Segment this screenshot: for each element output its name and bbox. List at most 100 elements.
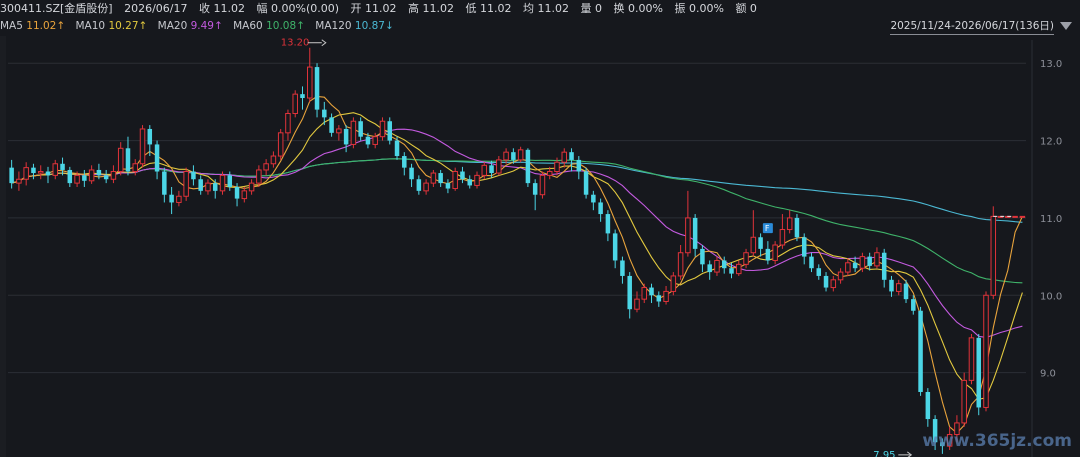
candle-body <box>532 183 538 195</box>
candle-body <box>110 171 117 180</box>
candle-body <box>677 252 684 277</box>
candle-body <box>612 233 618 261</box>
max-price-label: 13.20 <box>281 38 310 49</box>
candle-body <box>968 337 975 381</box>
candle-body <box>96 169 102 176</box>
candle-body <box>620 260 625 276</box>
candle-body <box>786 217 793 231</box>
candle-body <box>147 128 153 145</box>
candle-body <box>961 379 967 424</box>
candle-body <box>409 167 414 180</box>
candle-body <box>779 229 786 246</box>
candle-body <box>772 244 778 261</box>
min-price-label: 7.95 <box>873 450 895 457</box>
candle-body <box>132 163 139 173</box>
candle-body <box>758 237 763 249</box>
candle-body <box>256 169 262 184</box>
candle-body <box>343 128 349 145</box>
candle-body <box>554 161 560 173</box>
candle-body <box>990 215 997 296</box>
candle-body <box>379 120 386 138</box>
candle-body <box>139 128 146 165</box>
candle-body <box>649 287 654 296</box>
candle-body <box>350 120 357 145</box>
candle-body <box>750 236 757 254</box>
candle-body <box>714 259 720 273</box>
candle-body <box>169 194 174 203</box>
candle-body <box>248 182 255 192</box>
candle-body <box>394 140 400 157</box>
candle-body <box>641 287 648 300</box>
candle-body <box>452 171 458 190</box>
candle-body <box>874 252 880 267</box>
candle-body <box>561 151 568 163</box>
candle-body <box>525 149 531 184</box>
candle-body <box>365 136 371 145</box>
y-tick-label: 9.0 <box>1040 369 1056 380</box>
f-marker-label: F <box>765 224 770 233</box>
candle-body <box>670 275 677 292</box>
candle-body <box>794 217 800 238</box>
candle-body <box>700 248 705 265</box>
candle-body <box>823 275 829 288</box>
candle-body <box>881 252 887 280</box>
candle-body <box>605 214 611 234</box>
candle-body <box>277 132 284 157</box>
candle-body <box>852 262 858 269</box>
candle-body <box>198 179 203 191</box>
candle-body <box>103 175 109 180</box>
candle-body <box>569 152 574 160</box>
candle-body <box>227 175 233 187</box>
candle-body <box>707 264 712 273</box>
candle-body <box>845 262 851 273</box>
candle-body <box>816 268 822 276</box>
y-tick-label: 13.0 <box>1040 59 1062 70</box>
candle-body <box>474 174 480 186</box>
candle-body <box>300 94 305 99</box>
candle-body <box>889 279 894 292</box>
y-tick-label: 11.0 <box>1040 214 1062 225</box>
candle-body <box>583 171 589 195</box>
candle-body <box>402 156 407 168</box>
candle-body <box>438 173 443 184</box>
candle-body <box>830 279 837 289</box>
candle-body <box>801 237 807 257</box>
candle-body <box>9 167 14 184</box>
candle-body <box>729 268 734 274</box>
candle-body <box>983 294 989 408</box>
candle-body <box>154 144 160 172</box>
candle-body <box>489 165 494 174</box>
candle-body <box>743 252 749 265</box>
candle-body <box>867 256 872 266</box>
candle-body <box>212 183 218 191</box>
candle-body <box>423 182 429 192</box>
candle-body <box>634 298 640 310</box>
candle-body <box>60 163 65 170</box>
candle-body <box>445 183 451 189</box>
candle-body <box>322 109 327 118</box>
candle-body <box>31 167 36 174</box>
candle-body <box>117 147 124 173</box>
candle-body <box>67 169 73 184</box>
kline-chart[interactable]: 13.0 12.0 11.0 10.0 9.0 13.20 7.95 F <box>0 0 1080 457</box>
candle-body <box>721 260 727 269</box>
candle-body <box>656 295 662 302</box>
candle-body <box>685 217 691 254</box>
candle-body <box>314 67 320 110</box>
candle-body <box>627 275 632 310</box>
candle-body <box>270 155 277 165</box>
candle-body <box>329 117 334 133</box>
candle-body <box>576 159 582 172</box>
candle-body <box>241 190 248 200</box>
candle-body <box>736 263 742 275</box>
candle-body <box>263 163 269 171</box>
candle-body <box>430 172 437 184</box>
candle-body <box>336 128 342 134</box>
candle-body <box>307 66 313 99</box>
candle-body <box>416 179 422 191</box>
ma10-line <box>11 112 1023 400</box>
candle-body <box>125 148 131 172</box>
candle-body <box>925 391 931 420</box>
candle-body <box>358 121 363 137</box>
candle-body <box>16 178 22 184</box>
